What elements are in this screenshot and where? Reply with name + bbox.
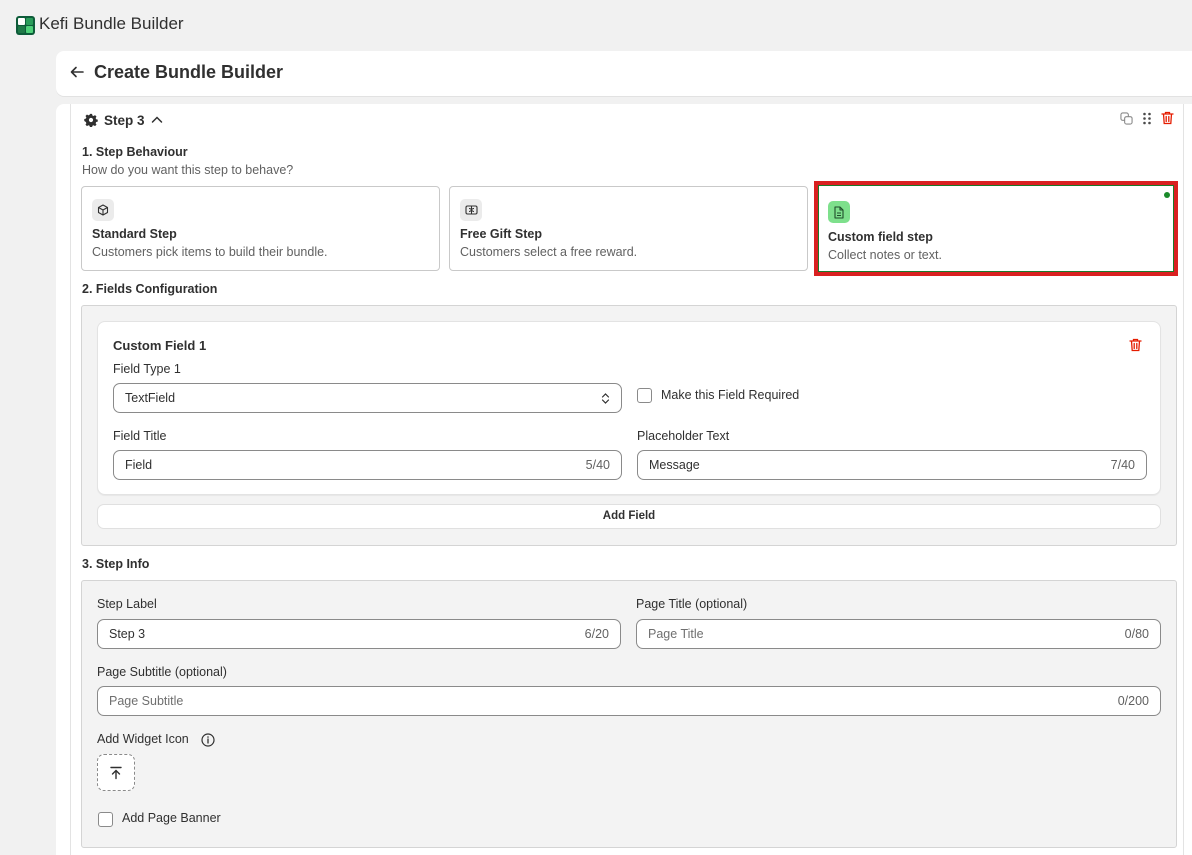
page-title-label: Page Title (optional) <box>636 597 748 611</box>
behaviour-subtitle: How do you want this step to behave? <box>82 163 294 177</box>
option-desc: Customers select a free reward. <box>460 245 638 259</box>
behaviour-option-custom-field[interactable]: Custom field step Collect notes or text. <box>814 181 1178 276</box>
select-chevrons-icon <box>601 393 610 404</box>
step-label-count: 6/20 <box>584 627 609 641</box>
step-label-input[interactable]: Step 3 6/20 <box>97 619 621 649</box>
field-title-count: 5/40 <box>585 458 610 472</box>
delete-field-icon[interactable] <box>1129 338 1142 352</box>
placeholder-input[interactable]: Message 7/40 <box>637 450 1147 480</box>
document-icon <box>828 201 850 223</box>
page-header: Create Bundle Builder <box>56 51 1192 96</box>
back-arrow-icon[interactable] <box>69 64 85 80</box>
custom-field-card: Custom Field 1 Field Type 1 TextField Ma… <box>97 321 1161 495</box>
app-logo-icon <box>16 16 35 35</box>
fields-title: 2. Fields Configuration <box>82 282 218 296</box>
field-type-select[interactable]: TextField <box>113 383 622 413</box>
option-desc: Customers pick items to build their bund… <box>92 245 328 259</box>
page-subtitle-placeholder: Page Subtitle <box>109 694 184 708</box>
field-title-label: Field Title <box>113 429 167 443</box>
field-type-value: TextField <box>125 391 176 405</box>
page-subtitle-input[interactable]: Page Subtitle 0/200 <box>97 686 1161 716</box>
page-subtitle-count: 0/200 <box>1117 694 1149 708</box>
selected-outline: Custom field step Collect notes or text. <box>818 185 1174 272</box>
info-title: 3. Step Info <box>82 557 150 571</box>
delete-step-icon[interactable] <box>1161 111 1174 125</box>
page-title-placeholder: Page Title <box>648 627 704 641</box>
widget-icon-upload[interactable] <box>97 754 135 791</box>
option-desc: Collect notes or text. <box>828 248 942 262</box>
top-bar: Kefi Bundle Builder <box>0 0 1192 50</box>
duplicate-icon[interactable] <box>1120 111 1133 125</box>
behaviour-option-standard[interactable]: Standard Step Customers pick items to bu… <box>81 186 440 271</box>
add-field-button[interactable]: Add Field <box>97 504 1161 529</box>
info-panel: Step Label Step 3 6/20 Page Title (optio… <box>81 580 1177 848</box>
chevron-up-icon[interactable] <box>151 114 163 126</box>
field-type-label: Field Type 1 <box>113 362 181 376</box>
upload-icon <box>110 766 122 779</box>
page-banner-label: Add Page Banner <box>122 811 221 825</box>
required-label: Make this Field Required <box>661 388 800 402</box>
required-checkbox[interactable] <box>637 388 652 403</box>
gear-icon <box>84 113 98 127</box>
placeholder-value: Message <box>649 458 700 472</box>
cube-icon <box>92 199 114 221</box>
step-label-label: Step Label <box>97 597 157 611</box>
option-title: Custom field step <box>828 230 933 244</box>
page-title-input[interactable]: Page Title 0/80 <box>636 619 1161 649</box>
step-label: Step 3 <box>104 112 145 128</box>
custom-field-title: Custom Field 1 <box>113 338 207 353</box>
gift-icon <box>460 199 482 221</box>
step-header[interactable]: Step 3 <box>84 111 163 129</box>
page-title-count: 0/80 <box>1124 627 1149 641</box>
behaviour-option-free-gift[interactable]: Free Gift Step Customers select a free r… <box>449 186 808 271</box>
step-actions <box>1120 111 1174 125</box>
field-title-input[interactable]: Field 5/40 <box>113 450 622 480</box>
page-title: Create Bundle Builder <box>94 62 284 82</box>
option-title: Free Gift Step <box>460 227 542 241</box>
info-icon[interactable] <box>201 733 215 747</box>
page-banner-checkbox[interactable] <box>98 812 113 827</box>
step-card: Step 3 1. Step Behaviour How do you want… <box>56 104 1192 855</box>
drag-handle-icon[interactable] <box>1141 112 1153 125</box>
placeholder-label: Placeholder Text <box>637 429 730 443</box>
field-title-value: Field <box>125 458 153 472</box>
fields-panel: Custom Field 1 Field Type 1 TextField Ma… <box>81 305 1177 546</box>
app-name: Kefi Bundle Builder <box>39 14 184 33</box>
placeholder-count: 7/40 <box>1110 458 1135 472</box>
option-title: Standard Step <box>92 227 177 241</box>
behaviour-title: 1. Step Behaviour <box>82 145 188 159</box>
step-label-value: Step 3 <box>109 627 146 641</box>
selected-indicator <box>1164 192 1170 198</box>
widget-icon-label: Add Widget Icon <box>97 732 189 746</box>
page-subtitle-label: Page Subtitle (optional) <box>97 665 227 679</box>
